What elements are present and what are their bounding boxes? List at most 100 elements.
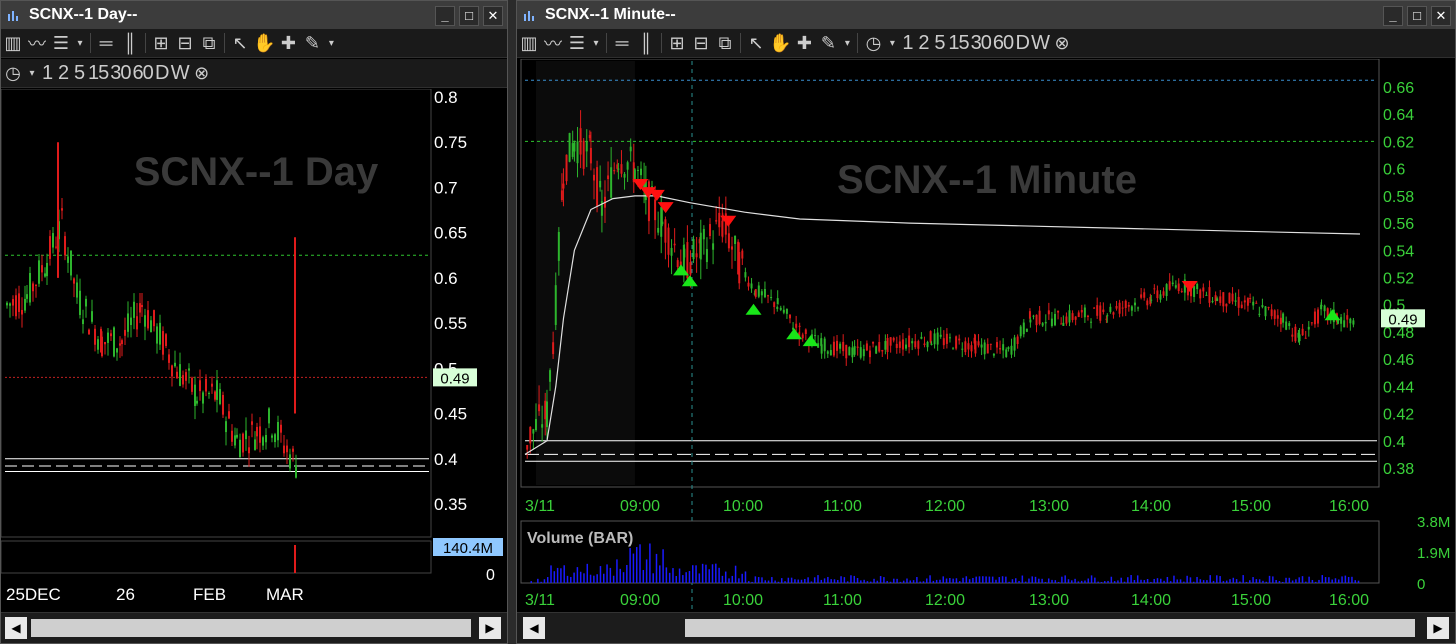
clock-icon[interactable]: ◷ (862, 32, 884, 54)
timeframe-2[interactable]: 2 (56, 62, 70, 84)
minute-price-chart[interactable]: SCNX--1 Minute 0.66 0.64 0.62 0.6 0.58 0.56 0.5… (517, 59, 1455, 613)
scroll-right-button[interactable]: ▶ (1427, 617, 1449, 639)
candle-body (1304, 337, 1307, 339)
candle-chart-icon[interactable]: ☰ (50, 32, 72, 54)
pencil-icon[interactable]: ✎ (817, 32, 839, 54)
candle-body (15, 295, 17, 317)
scroll-left-button[interactable]: ◀ (5, 617, 27, 639)
crosshair-icon[interactable]: ✚ (793, 32, 815, 54)
volume-bar (1324, 577, 1327, 583)
volume-bar (958, 581, 961, 583)
close-circle-icon[interactable]: ⊗ (191, 62, 213, 84)
zoom-fit-icon[interactable]: ⧉ (714, 32, 736, 54)
timeframe-2[interactable]: 2 (916, 32, 930, 54)
scroll-thumb[interactable] (31, 619, 471, 637)
timeframe-15[interactable]: 15 (948, 32, 969, 54)
vertical-lines-icon[interactable]: ║ (635, 32, 657, 54)
hand-pan-icon[interactable]: ✋ (253, 32, 275, 54)
bar-chart-icon[interactable]: ▥ (518, 32, 540, 54)
minimize-button[interactable]: _ (435, 6, 455, 26)
volume-bar (1008, 581, 1010, 583)
volume-bar (659, 565, 661, 583)
zoom-in-icon[interactable]: ⊞ (150, 32, 172, 54)
timeframe-15[interactable]: 15 (88, 62, 109, 84)
line-chart-icon[interactable]: 〰 (26, 32, 48, 54)
timeframe-d[interactable]: D (1015, 32, 1029, 54)
x-axis-label: 14:00 (1131, 592, 1171, 609)
pencil-icon[interactable]: ✎ (301, 32, 323, 54)
timeframe-d[interactable]: D (155, 62, 169, 84)
timeframe-w[interactable]: W (1031, 32, 1050, 54)
maximize-button[interactable]: □ (1407, 6, 1427, 26)
hand-pan-icon[interactable]: ✋ (769, 32, 791, 54)
timeframe-w[interactable]: W (171, 62, 190, 84)
bar-chart-icon[interactable]: ▥ (2, 32, 24, 54)
candle-body (554, 285, 557, 325)
horizontal-lines-icon[interactable]: ═ (95, 32, 117, 54)
scroll-right-button[interactable]: ▶ (479, 617, 501, 639)
candle-body (1019, 326, 1022, 337)
clock-icon[interactable]: ◷ (2, 62, 24, 84)
candle-body (1029, 319, 1032, 323)
day-scrollbar[interactable]: ◀ ▶ (1, 612, 507, 643)
timeframe-30[interactable]: 30 (110, 62, 131, 84)
day-chart-window[interactable]: SCNX--1 Day-- _ □ ✕ ▥ 〰 ☰ ▾ ═ ║ ⊞ ⊟ ⧉ ↖ … (0, 0, 508, 644)
maximize-button[interactable]: □ (459, 6, 479, 26)
dropdown-arrow-icon[interactable]: ▾ (841, 32, 853, 54)
zoom-in-icon[interactable]: ⊞ (666, 32, 688, 54)
timeframe-60[interactable]: 60 (993, 32, 1014, 54)
day-window-titlebar[interactable]: SCNX--1 Day-- _ □ ✕ (1, 1, 507, 29)
scroll-left-button[interactable]: ◀ (523, 617, 545, 639)
crosshair-icon[interactable]: ✚ (277, 32, 299, 54)
minute-window-titlebar[interactable]: SCNX--1 Minute-- _ □ ✕ (517, 1, 1455, 29)
zoom-out-icon[interactable]: ⊟ (174, 32, 196, 54)
vertical-lines-icon[interactable]: ║ (119, 32, 141, 54)
candle-body (271, 435, 273, 438)
volume-bar (639, 544, 641, 583)
candle-body (38, 260, 40, 284)
candle-body (1159, 294, 1162, 300)
candle-body (144, 315, 146, 327)
pointer-icon[interactable]: ↖ (745, 32, 767, 54)
candle-body (571, 143, 574, 157)
minute-scrollbar[interactable]: ◀ ▶ (517, 612, 1455, 643)
candle-body (1237, 296, 1240, 308)
candle-body (705, 249, 708, 263)
candle-body (239, 439, 241, 458)
candle-body (1202, 287, 1205, 292)
volume-bar (708, 569, 710, 583)
zoom-out-icon[interactable]: ⊟ (690, 32, 712, 54)
horizontal-lines-icon[interactable]: ═ (611, 32, 633, 54)
candle-body (6, 302, 8, 306)
dropdown-arrow-icon[interactable]: ▾ (590, 32, 602, 54)
volume-bar (1034, 576, 1037, 583)
timeframe-60[interactable]: 60 (133, 62, 154, 84)
line-chart-icon[interactable]: 〰 (542, 32, 564, 54)
candle-body (695, 253, 698, 258)
y-tick-label: 0.54 (1383, 243, 1414, 260)
timeframe-1[interactable]: 1 (900, 32, 914, 54)
dropdown-arrow-icon[interactable]: ▾ (74, 32, 86, 54)
zoom-fit-icon[interactable]: ⧉ (198, 32, 220, 54)
volume-bar (652, 573, 654, 583)
candle-body (579, 128, 582, 155)
volume-bar (820, 579, 823, 583)
day-price-chart[interactable]: SCNX--1 Day0.80.750.70.650.60.550.50.450… (1, 89, 507, 613)
pointer-icon[interactable]: ↖ (229, 32, 251, 54)
dropdown-arrow-icon[interactable]: ▾ (886, 32, 898, 54)
minute-chart-window[interactable]: SCNX--1 Minute-- _ □ ✕ ▥ 〰 ☰ ▾ ═ ║ ⊞ ⊟ ⧉… (516, 0, 1456, 644)
close-button[interactable]: ✕ (483, 6, 503, 26)
scroll-thumb[interactable] (685, 619, 1415, 637)
candle-body (709, 224, 712, 237)
dropdown-arrow-icon[interactable]: ▾ (26, 62, 38, 84)
candle-chart-icon[interactable]: ☰ (566, 32, 588, 54)
minimize-button[interactable]: _ (1383, 6, 1403, 26)
timeframe-1[interactable]: 1 (40, 62, 54, 84)
close-circle-icon[interactable]: ⊗ (1051, 32, 1073, 54)
x-axis-label: 09:00 (620, 498, 660, 515)
timeframe-5[interactable]: 5 (932, 32, 946, 54)
close-button[interactable]: ✕ (1431, 6, 1451, 26)
dropdown-arrow-icon[interactable]: ▾ (325, 32, 337, 54)
timeframe-5[interactable]: 5 (72, 62, 86, 84)
timeframe-30[interactable]: 30 (971, 32, 992, 54)
